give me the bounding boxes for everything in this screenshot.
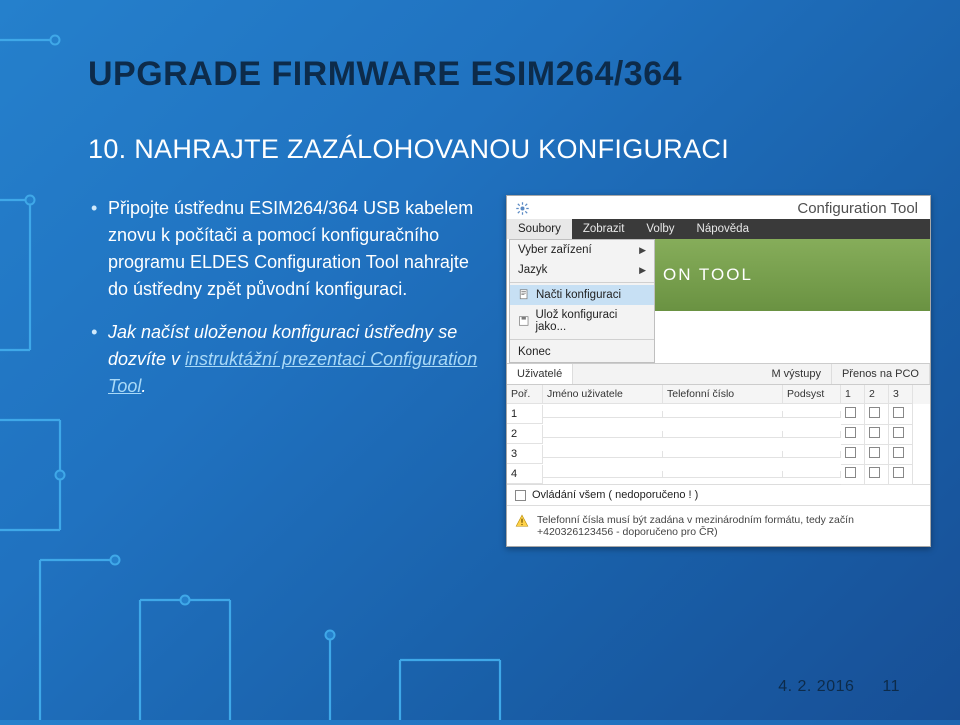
footer-page: 11 bbox=[882, 678, 900, 696]
checkbox[interactable] bbox=[845, 407, 856, 418]
step-heading: 10. NAHRAJTE ZAZÁLOHOVANOU KONFIGURACI bbox=[88, 134, 960, 165]
menu-item-select-device[interactable]: Vyber zařízení▶ bbox=[510, 240, 654, 260]
menu-item-exit[interactable]: Konec bbox=[510, 342, 654, 362]
tab-pco[interactable]: Přenos na PCO bbox=[832, 364, 930, 384]
save-icon bbox=[518, 315, 529, 327]
bullet-1: Připojte ústřednu ESIM264/364 USB kabele… bbox=[88, 195, 488, 303]
menu-view[interactable]: Zobrazit bbox=[572, 219, 636, 239]
checkbox[interactable] bbox=[515, 490, 526, 501]
table-row: 4 bbox=[507, 464, 930, 484]
window-title: Configuration Tool bbox=[536, 200, 922, 217]
footer-date: 4. 2. 2016 bbox=[778, 678, 854, 696]
page-title: UPGRADE FIRMWARE ESIM264/364 bbox=[88, 55, 960, 94]
menu-item-language[interactable]: Jazyk▶ bbox=[510, 260, 654, 280]
table-row: 3 bbox=[507, 444, 930, 464]
menu-files[interactable]: Soubory bbox=[507, 219, 572, 239]
gear-icon bbox=[515, 201, 530, 216]
control-all-check[interactable]: Ovládání všem ( nedoporučeno ! ) bbox=[507, 484, 930, 505]
table-row: 2 bbox=[507, 424, 930, 444]
menu-help[interactable]: Nápověda bbox=[686, 219, 760, 239]
file-menu-dropdown: Vyber zařízení▶ Jazyk▶ Načti konfiguraci… bbox=[509, 239, 655, 363]
menu-item-load-config[interactable]: Načti konfiguraci bbox=[510, 285, 654, 305]
tab-users[interactable]: Uživatelé bbox=[507, 364, 573, 384]
warning-icon bbox=[515, 514, 529, 528]
screenshot: Configuration Tool Soubory Zobrazit Volb… bbox=[506, 195, 931, 547]
menu-item-save-config[interactable]: Ulož konfiguraci jako... bbox=[510, 305, 654, 337]
sub-tabs: Uživatelé M výstupy Přenos na PCO bbox=[507, 363, 930, 385]
warning-note: Telefonní čísla musí být zadána v meziná… bbox=[507, 505, 930, 546]
table-row: 1 bbox=[507, 404, 930, 424]
tab-outputs[interactable]: M výstupy bbox=[761, 364, 832, 384]
bullet-2: Jak načíst uloženou konfiguraci ústředny… bbox=[88, 319, 488, 400]
menu-bar[interactable]: Soubory Zobrazit Volby Nápověda bbox=[507, 219, 930, 239]
bullet-list: Připojte ústřednu ESIM264/364 USB kabele… bbox=[88, 195, 488, 547]
banner: ON TOOL bbox=[655, 239, 930, 311]
user-table: Poř.Jméno uživateleTelefonní čísloPodsys… bbox=[507, 385, 930, 484]
document-icon bbox=[518, 289, 530, 301]
menu-options[interactable]: Volby bbox=[635, 219, 685, 239]
